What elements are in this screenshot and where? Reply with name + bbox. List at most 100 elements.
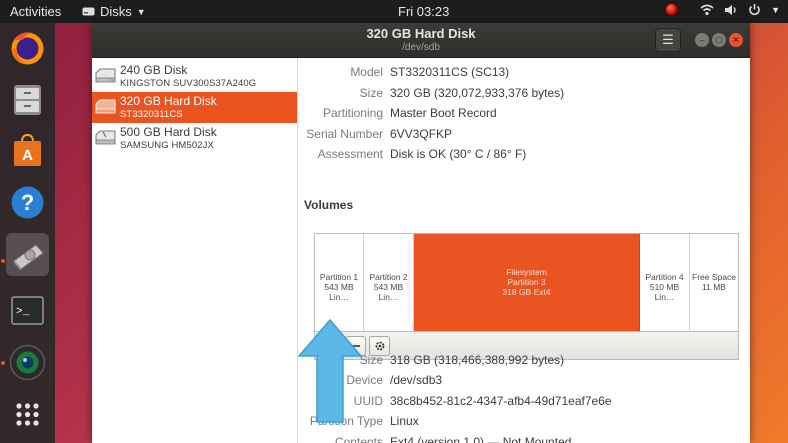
activities-button[interactable]: Activities [10,4,61,19]
prop-label: Contents [334,435,383,443]
app-menu[interactable]: Disks ▼ [82,4,146,19]
close-button[interactable]: ✕ [729,33,743,47]
running-indicator [1,259,5,263]
power-icon [749,4,760,16]
dock: A ? >_ [0,23,55,443]
free-space[interactable]: Free Space 11 MB [690,234,738,331]
dock-show-apps[interactable] [6,393,49,436]
dock-software[interactable]: A [6,129,49,172]
dock-disks[interactable] [6,233,49,276]
prop-serial: Serial Number 6VV3QFKP [299,127,750,147]
disk-model: KINGSTON SUV300S37A240G [120,78,257,89]
prop-value: Master Boot Record [390,106,497,120]
disks-app-icon [82,7,95,16]
prop-value: Ext4 (version 1.0) — Not Mounted [390,435,572,443]
gear-icon [375,341,384,351]
vol-prop-device: Device /dev/sdb3 [299,373,750,393]
disk-name: 500 GB Hard Disk [120,125,217,139]
prop-value: ST3320311CS (SC13) [390,65,510,79]
svg-text:A: A [22,147,33,164]
prop-partitioning: Partitioning Master Boot Record [299,106,750,126]
partition-4[interactable]: Partition 4 510 MB Lin… [640,234,690,331]
hard-disk-icon [95,130,116,145]
webcam-icon [9,344,46,381]
volumes-heading: Volumes [304,198,354,212]
vol-prop-partition-type: Partition Type Linux [299,414,750,434]
hard-disk-icon [95,99,116,114]
help-icon: ? [11,186,44,219]
dock-webcam[interactable] [6,341,49,384]
chevron-down-icon: ▼ [771,4,780,15]
drive-options-button[interactable]: ☰ [655,28,681,52]
minimize-icon: – [699,35,705,45]
prop-value: 6VV3QFKP [390,127,453,141]
prop-value: 318 GB (318,466,388,992 bytes) [390,353,565,367]
dock-files[interactable] [6,78,49,121]
prop-size: Size 320 GB (320,072,933,376 bytes) [299,86,750,106]
partition-info: 510 MB Lin… [649,282,680,302]
prop-label: Assessment [317,147,383,161]
hard-disk-icon [95,68,116,83]
dock-terminal[interactable]: >_ [6,289,49,332]
disk-item-240gb[interactable]: 240 GB Disk KINGSTON SUV300S37A240G [92,61,298,92]
vol-prop-contents: Contents Ext4 (version 1.0) — Not Mounte… [299,435,750,443]
disks-window: 320 GB Hard Disk /dev/sdb ☰ – □ ✕ 240 GB… [92,23,750,443]
disk-model: ST3320311CS [120,109,183,120]
vol-prop-size: Size 318 GB (318,466,388,992 bytes) [299,353,750,373]
prop-label: Model [350,65,383,79]
clock[interactable]: Fri 03:23 [398,4,449,19]
maximize-icon: □ [716,35,722,45]
disk-name: 240 GB Disk [120,63,188,77]
disk-list: 240 GB Disk KINGSTON SUV300S37A240G 320 … [92,58,298,443]
partition-info: Partition 3 [507,277,546,287]
disk-name: 320 GB Hard Disk [120,94,217,108]
hamburger-menu-icon: ☰ [662,32,674,47]
record-indicator-icon[interactable] [665,3,679,16]
partition-1[interactable]: Partition 1 543 MB Lin… [315,234,364,331]
partition-label: Partition 2 [369,272,408,282]
arrow-up-icon [297,318,363,423]
close-icon: ✕ [732,35,740,45]
prop-value: 38c8b452-81c2-4347-afb4-49d71eaf7e6e [390,394,612,408]
disk-item-500gb[interactable]: 500 GB Hard Disk SAMSUNG HM502JX [92,123,298,154]
window-subtitle: /dev/sdb [402,42,440,53]
partition-label: Partition 4 [645,272,684,282]
network-icon [700,4,714,15]
header-bar[interactable]: 320 GB Hard Disk /dev/sdb ☰ – □ ✕ [92,23,750,58]
partition-label: Filesystem [506,267,547,277]
prop-model: Model ST3320311CS (SC13) [299,65,750,85]
prop-value: 320 GB (320,072,933,376 bytes) [390,86,565,100]
minimize-button[interactable]: – [695,33,709,47]
prop-assessment: Assessment Disk is OK (30° C / 86° F) [299,147,750,167]
vol-prop-uuid: UUID 38c8b452-81c2-4347-afb4-49d71eaf7e6… [299,394,750,414]
drive-details: Model ST3320311CS (SC13) Size 320 GB (32… [299,58,750,443]
prop-label: Size [359,353,383,367]
shopping-bag-icon: A [14,133,41,166]
dock-help[interactable]: ? [6,181,49,224]
prop-label: Serial Number [306,127,383,141]
disk-item-320gb[interactable]: 320 GB Hard Disk ST3320311CS [92,92,297,123]
prop-label: Size [359,86,383,100]
app-grid-icon [16,403,39,426]
volume-map: Partition 1 543 MB Lin… Partition 2 543 … [314,233,739,332]
disk-model: SAMSUNG HM502JX [120,140,214,151]
window-title: 320 GB Hard Disk [366,26,476,41]
partition-2[interactable]: Partition 2 543 MB Lin… [364,234,414,331]
svg-text:>_: >_ [16,306,30,318]
prop-value: Disk is OK (30° C / 86° F) [390,147,527,161]
file-cabinet-icon [14,85,41,115]
dock-firefox[interactable] [6,27,49,70]
app-menu-label: Disks [100,4,132,19]
partition-3-filesystem[interactable]: Filesystem Partition 3 318 GB Ext4 [414,234,640,331]
terminal-icon: >_ [11,296,44,325]
maximize-button[interactable]: □ [712,33,726,47]
disks-icon [13,244,44,271]
system-tray[interactable]: ▼ [665,3,780,16]
chevron-down-icon: ▼ [136,6,146,17]
partition-info: 543 MB Lin… [324,282,354,302]
prop-value: /dev/sdb3 [390,373,443,387]
top-bar: Activities Disks ▼ Fri 03:23 ▼ [0,0,788,23]
partition-label: Partition 1 [319,272,359,282]
firefox-icon [11,32,44,65]
partition-label: Free Space [692,272,736,282]
